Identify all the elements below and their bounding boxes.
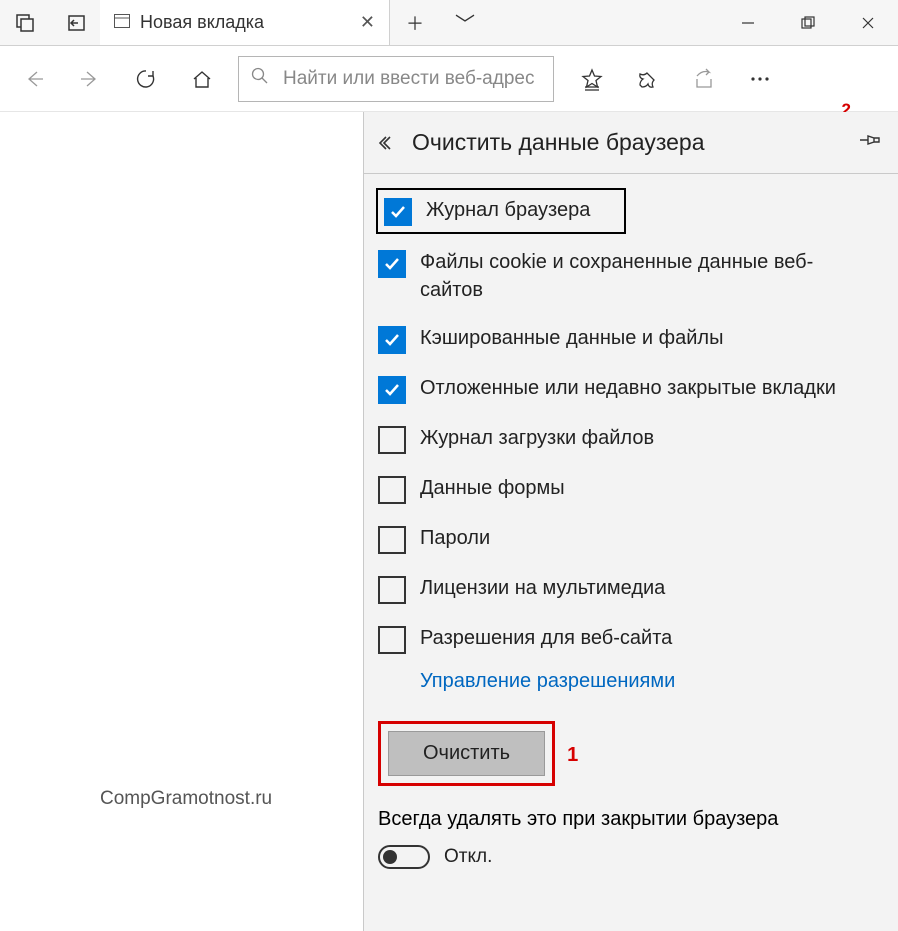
checkbox-2[interactable] (378, 326, 406, 354)
checkbox-7[interactable] (378, 576, 406, 604)
checkbox-1[interactable] (378, 250, 406, 278)
toggle-knob (383, 850, 397, 864)
panel-title: Очистить данные браузера (412, 129, 705, 156)
search-icon (251, 67, 269, 90)
notes-button[interactable] (620, 51, 676, 107)
checkbox-4[interactable] (378, 426, 406, 454)
option-label-1: Файлы cookie и сохраненные данные веб-са… (420, 248, 850, 304)
clear-option-1: Файлы cookie и сохраненные данные веб-са… (378, 248, 882, 304)
always-clear-label: Всегда удалять это при закрытии браузера (378, 808, 882, 831)
minimize-button[interactable] (718, 0, 778, 45)
clear-option-8: Разрешения для веб-сайта (378, 624, 882, 654)
set-aside-button[interactable] (50, 0, 100, 45)
clear-button[interactable]: Очистить (388, 731, 545, 776)
clear-option-0: Журнал браузера (376, 188, 626, 234)
annotation-marker-1: 1 (567, 744, 578, 767)
window-controls (718, 0, 898, 45)
clear-data-panel: Очистить данные браузера Журнал браузера… (363, 112, 898, 931)
forward-button[interactable] (62, 51, 118, 107)
pin-button[interactable] (858, 131, 880, 154)
address-placeholder: Найти или ввести веб-адрес (283, 68, 534, 90)
toolbar: Найти или ввести веб-адрес 2 (0, 46, 898, 112)
option-label-3: Отложенные или недавно закрытые вкладки (420, 374, 836, 402)
toggle-state-label: Откл. (444, 846, 492, 868)
titlebar: Новая вкладка ✕ ＋ ﹀ (0, 0, 898, 46)
checkbox-5[interactable] (378, 476, 406, 504)
content-area: CompGramotnost.ru Очистить данные браузе… (0, 112, 898, 931)
close-window-button[interactable] (838, 0, 898, 45)
address-bar[interactable]: Найти или ввести веб-адрес (238, 56, 554, 102)
option-label-4: Журнал загрузки файлов (420, 424, 654, 452)
clear-option-2: Кэшированные данные и файлы (378, 324, 882, 354)
clear-row: Очистить 1 (378, 715, 882, 808)
clear-option-3: Отложенные или недавно закрытые вкладки (378, 374, 882, 404)
tab-title: Новая вкладка (140, 12, 264, 33)
checkbox-0[interactable] (384, 198, 412, 226)
clear-option-5: Данные формы (378, 474, 882, 504)
maximize-button[interactable] (778, 0, 838, 45)
refresh-button[interactable] (118, 51, 174, 107)
watermark-text: CompGramotnost.ru (100, 788, 272, 810)
option-label-8: Разрешения для веб-сайта (420, 624, 672, 652)
checkbox-6[interactable] (378, 526, 406, 554)
panel-body: Журнал браузера Файлы cookie и сохраненны… (364, 174, 898, 879)
annotation-box-1: Очистить (378, 721, 555, 786)
new-tab-button[interactable]: ＋ (390, 0, 440, 45)
browser-tab[interactable]: Новая вкладка ✕ (100, 0, 390, 45)
tab-dropdown-button[interactable]: ﹀ (440, 0, 490, 45)
share-button[interactable] (676, 51, 732, 107)
more-button[interactable] (732, 51, 788, 107)
favorites-button[interactable] (564, 51, 620, 107)
always-clear-toggle: Откл. (378, 845, 882, 869)
checkbox-3[interactable] (378, 376, 406, 404)
option-label-2: Кэшированные данные и файлы (420, 324, 723, 352)
panel-header: Очистить данные браузера (364, 112, 898, 174)
manage-permissions-link[interactable]: Управление разрешениями (420, 670, 675, 693)
toggle-switch[interactable] (378, 845, 430, 869)
tab-close-button[interactable]: ✕ (360, 12, 375, 33)
task-view-button[interactable] (0, 0, 50, 45)
clear-option-4: Журнал загрузки файлов (378, 424, 882, 454)
panel-back-button[interactable] (378, 136, 412, 150)
option-label-7: Лицензии на мультимедиа (420, 574, 665, 602)
home-button[interactable] (174, 51, 230, 107)
option-label-6: Пароли (420, 524, 490, 552)
back-button[interactable] (6, 51, 62, 107)
clear-option-6: Пароли (378, 524, 882, 554)
clear-option-7: Лицензии на мультимедиа (378, 574, 882, 604)
tab-favicon-icon (114, 14, 130, 31)
checkbox-8[interactable] (378, 626, 406, 654)
option-label-5: Данные формы (420, 474, 565, 502)
option-label-0: Журнал браузера (426, 196, 590, 224)
